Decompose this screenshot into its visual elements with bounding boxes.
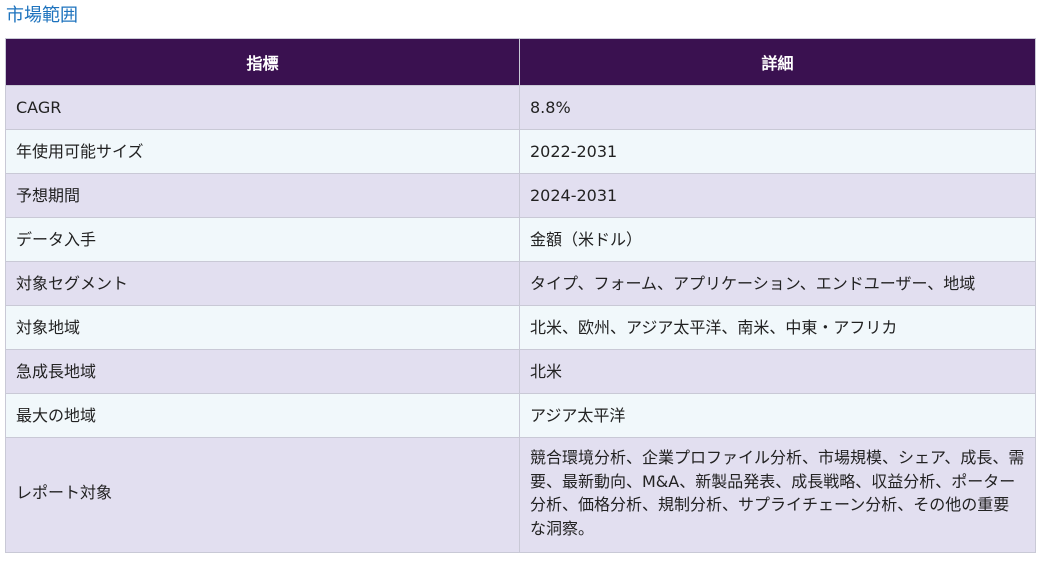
header-detail: 詳細 bbox=[519, 38, 1036, 86]
detail-cell: 金額（米ドル） bbox=[519, 217, 1036, 262]
header-metric: 指標 bbox=[5, 38, 520, 86]
table-row: 年使用可能サイズ 2022-2031 bbox=[5, 129, 1036, 174]
detail-cell: 北米 bbox=[519, 349, 1036, 394]
metric-cell: 予想期間 bbox=[5, 173, 520, 218]
metric-cell: 最大の地域 bbox=[5, 393, 520, 438]
table-row: 最大の地域 アジア太平洋 bbox=[5, 393, 1036, 438]
table-row: 急成長地域 北米 bbox=[5, 349, 1036, 394]
table-row: 対象セグメント タイプ、フォーム、アプリケーション、エンドユーザー、地域 bbox=[5, 261, 1036, 306]
market-scope-table: 指標 詳細 CAGR 8.8% 年使用可能サイズ 2022-2031 予想期間 … bbox=[5, 38, 1036, 553]
detail-cell: アジア太平洋 bbox=[519, 393, 1036, 438]
table-row: CAGR 8.8% bbox=[5, 85, 1036, 130]
table-row: 予想期間 2024-2031 bbox=[5, 173, 1036, 218]
metric-cell: 急成長地域 bbox=[5, 349, 520, 394]
table-header-row: 指標 詳細 bbox=[5, 38, 1036, 86]
metric-cell: 対象地域 bbox=[5, 305, 520, 350]
metric-cell: レポート対象 bbox=[5, 437, 520, 553]
table-row: 対象地域 北米、欧州、アジア太平洋、南米、中東・アフリカ bbox=[5, 305, 1036, 350]
table-row: データ入手 金額（米ドル） bbox=[5, 217, 1036, 262]
section-heading: 市場範囲 bbox=[6, 5, 78, 26]
metric-cell: 年使用可能サイズ bbox=[5, 129, 520, 174]
metric-cell: 対象セグメント bbox=[5, 261, 520, 306]
metric-cell: CAGR bbox=[5, 85, 520, 130]
metric-cell: データ入手 bbox=[5, 217, 520, 262]
detail-cell: タイプ、フォーム、アプリケーション、エンドユーザー、地域 bbox=[519, 261, 1036, 306]
detail-cell: 2022-2031 bbox=[519, 129, 1036, 174]
detail-cell: 2024-2031 bbox=[519, 173, 1036, 218]
detail-cell: 競合環境分析、企業プロファイル分析、市場規模、シェア、成長、需要、最新動向、M&… bbox=[519, 437, 1036, 553]
detail-cell: 8.8% bbox=[519, 85, 1036, 130]
detail-cell: 北米、欧州、アジア太平洋、南米、中東・アフリカ bbox=[519, 305, 1036, 350]
table-row: レポート対象 競合環境分析、企業プロファイル分析、市場規模、シェア、成長、需要、… bbox=[5, 437, 1036, 553]
